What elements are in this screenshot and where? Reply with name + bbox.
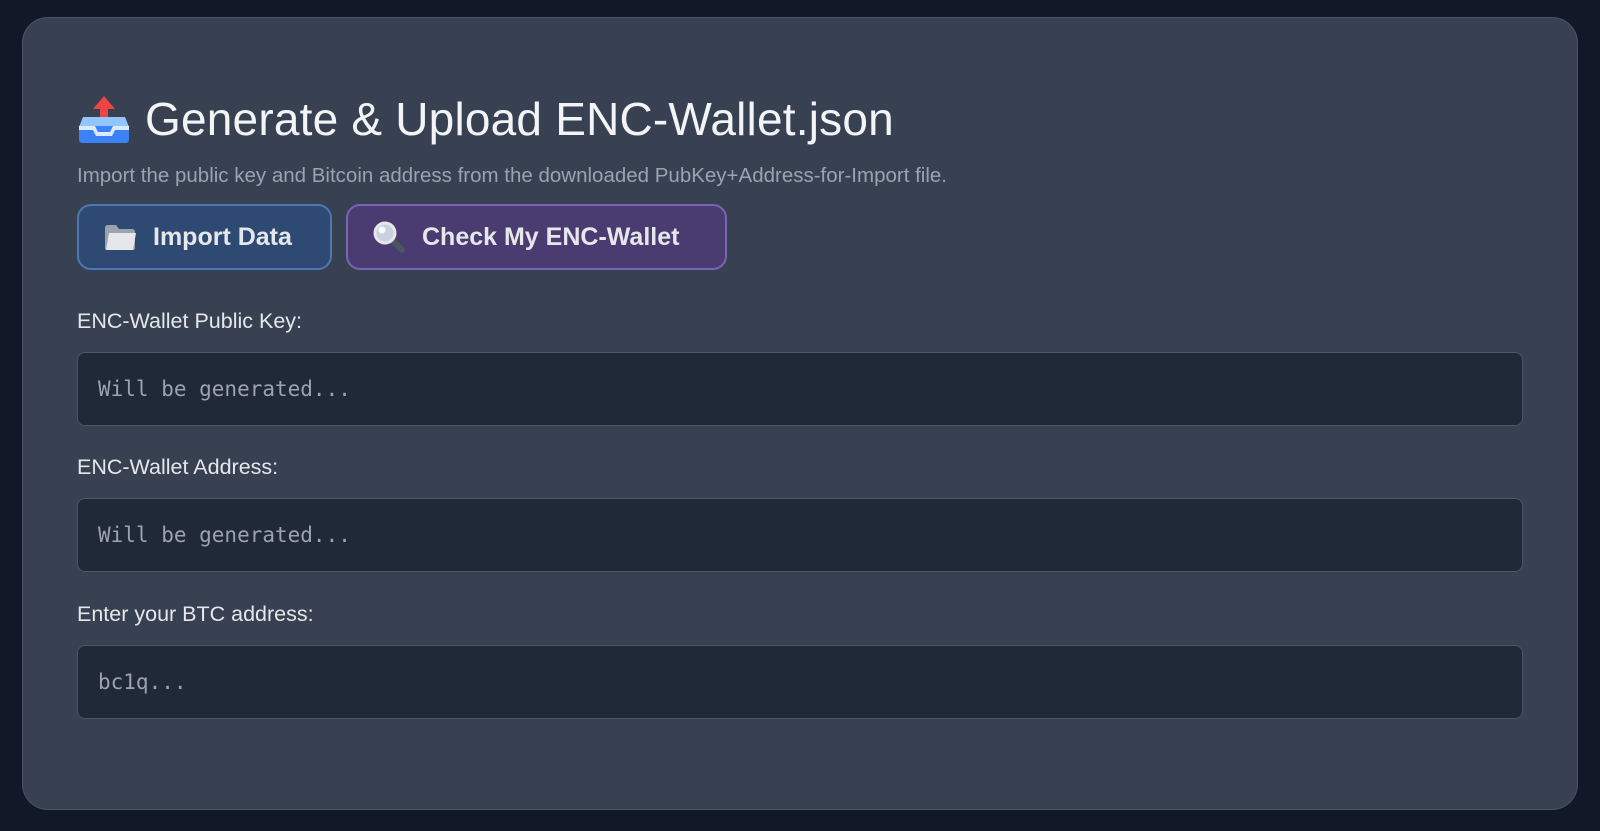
import-data-button[interactable]: Import Data	[77, 204, 332, 270]
check-wallet-button[interactable]: Check My ENC-Wallet	[346, 204, 727, 270]
import-data-label: Import Data	[153, 222, 292, 251]
wallet-address-field[interactable]	[77, 498, 1523, 572]
wallet-address-label: ENC-Wallet Address:	[77, 455, 279, 479]
btc-address-field[interactable]	[77, 645, 1523, 719]
page-title: Generate & Upload ENC-Wallet.json	[145, 93, 894, 145]
action-buttons: Import Data Check My ENC-Wallet	[77, 204, 727, 270]
upload-card: Generate & Upload ENC-Wallet.json Import…	[22, 17, 1578, 810]
magnifying-glass-icon	[373, 221, 405, 253]
check-wallet-label: Check My ENC-Wallet	[422, 222, 680, 251]
public-key-field[interactable]	[77, 352, 1523, 426]
page-subtitle: Import the public key and Bitcoin addres…	[77, 164, 947, 187]
outbox-tray-icon	[79, 96, 129, 143]
btc-address-label: Enter your BTC address:	[77, 602, 314, 626]
folder-icon	[105, 225, 136, 250]
public-key-label: ENC-Wallet Public Key:	[77, 309, 303, 333]
card-header: Generate & Upload ENC-Wallet.json	[77, 78, 894, 160]
